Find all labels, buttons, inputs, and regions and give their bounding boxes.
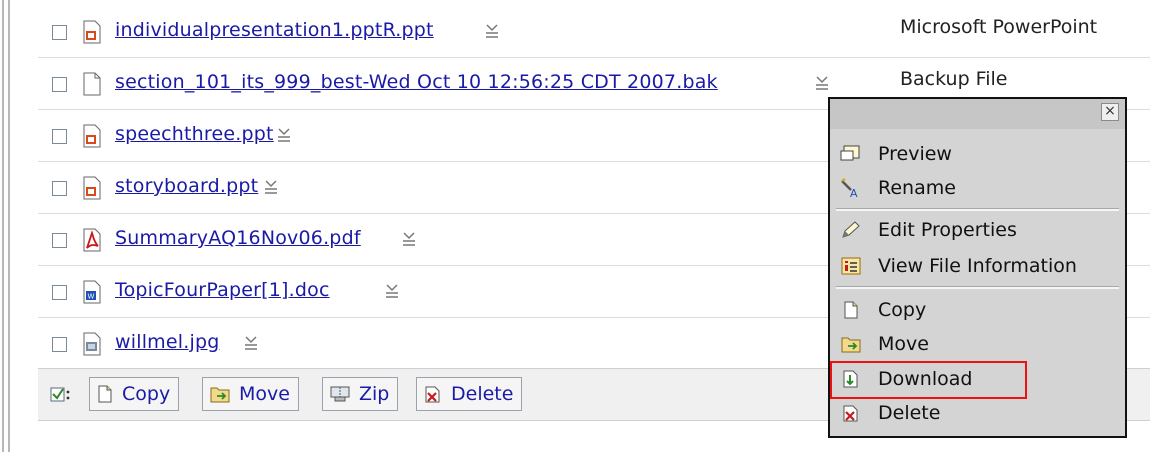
- file-menu-icon[interactable]: [400, 230, 418, 248]
- row-checkbox[interactable]: [52, 77, 67, 92]
- copy-label: Copy: [122, 383, 171, 405]
- file-name-link[interactable]: SummaryAQ16Nov06.pdf: [115, 227, 361, 249]
- file-name-link[interactable]: individualpresentation1.pptR.ppt: [115, 19, 434, 41]
- file-menu-icon[interactable]: [262, 178, 280, 196]
- menu-item-label: Move: [878, 333, 929, 355]
- file-name-link[interactable]: section_101_its_999_best-Wed Oct 10 12:5…: [115, 71, 718, 93]
- svg-text:W: W: [88, 293, 95, 301]
- menu-separator: [836, 286, 1119, 289]
- move-label: Move: [239, 383, 290, 405]
- image-file-icon: [83, 332, 101, 356]
- download-highlight-box: [830, 361, 1027, 399]
- copy-icon: [844, 301, 858, 319]
- row-checkbox[interactable]: [52, 129, 67, 144]
- move-icon: [841, 337, 861, 353]
- row-checkbox[interactable]: [52, 25, 67, 40]
- menu-item-label: Edit Properties: [878, 219, 1017, 241]
- copy-icon: [98, 385, 112, 403]
- doc-file-icon: W: [83, 280, 101, 304]
- svg-text:A: A: [850, 187, 858, 198]
- table-row: individualpresentation1.pptR.ppt Microso…: [38, 6, 1150, 58]
- menu-item-label: Copy: [878, 299, 927, 321]
- generic-file-icon: [83, 72, 101, 96]
- delete-label: Delete: [451, 383, 514, 405]
- menu-item-copy[interactable]: Copy: [838, 294, 1118, 326]
- select-all-icon[interactable]: [50, 385, 72, 405]
- file-name-link[interactable]: TopicFourPaper[1].doc: [115, 279, 330, 301]
- file-menu-icon[interactable]: [383, 282, 401, 300]
- ppt-file-icon: [83, 176, 101, 200]
- ppt-file-icon: [83, 20, 101, 44]
- delete-button[interactable]: Delete: [416, 377, 523, 411]
- menu-item-move[interactable]: Move: [838, 328, 1118, 360]
- file-menu-icon[interactable]: [242, 334, 260, 352]
- file-name-link[interactable]: willmel.jpg: [115, 331, 220, 353]
- row-checkbox[interactable]: [52, 233, 67, 248]
- menu-item-label: View File Information: [878, 255, 1077, 277]
- file-name-link[interactable]: storyboard.ppt: [115, 175, 258, 197]
- file-menu-icon[interactable]: [483, 22, 501, 40]
- move-button[interactable]: Move: [202, 377, 299, 411]
- menu-item-rename[interactable]: A Rename: [838, 172, 1118, 204]
- info-icon: [841, 257, 861, 275]
- file-type: Microsoft PowerPoint: [900, 16, 1098, 38]
- file-type: Backup File: [900, 68, 1008, 90]
- menu-item-label: Preview: [878, 143, 952, 165]
- menu-item-delete[interactable]: Delete: [838, 397, 1118, 429]
- zip-label: Zip: [359, 383, 390, 405]
- left-border: [0, 0, 12, 452]
- delete-icon: [843, 405, 858, 422]
- file-name-link[interactable]: speechthree.ppt: [115, 123, 274, 145]
- file-menu-icon[interactable]: [275, 126, 293, 144]
- rename-icon: A: [841, 178, 858, 198]
- copy-button[interactable]: Copy: [89, 377, 180, 411]
- ppt-file-icon: [83, 124, 101, 148]
- context-menu-header: [830, 99, 1125, 129]
- zip-icon: [330, 386, 350, 402]
- preview-icon: [840, 145, 860, 161]
- move-icon: [210, 387, 230, 403]
- menu-item-label: Rename: [878, 177, 956, 199]
- row-checkbox[interactable]: [52, 337, 67, 352]
- row-checkbox[interactable]: [52, 181, 67, 196]
- file-menu-icon[interactable]: [813, 74, 831, 92]
- close-button[interactable]: ×: [1101, 103, 1119, 121]
- menu-separator: [836, 208, 1119, 211]
- delete-icon: [425, 386, 440, 403]
- menu-item-label: Delete: [878, 402, 941, 424]
- row-checkbox[interactable]: [52, 285, 67, 300]
- menu-item-preview[interactable]: Preview: [838, 138, 1118, 170]
- menu-item-view-file-information[interactable]: View File Information: [838, 250, 1118, 282]
- pencil-icon: [842, 221, 860, 238]
- menu-item-edit-properties[interactable]: Edit Properties: [838, 214, 1118, 246]
- pdf-file-icon: [83, 228, 101, 252]
- zip-button[interactable]: Zip: [322, 377, 399, 411]
